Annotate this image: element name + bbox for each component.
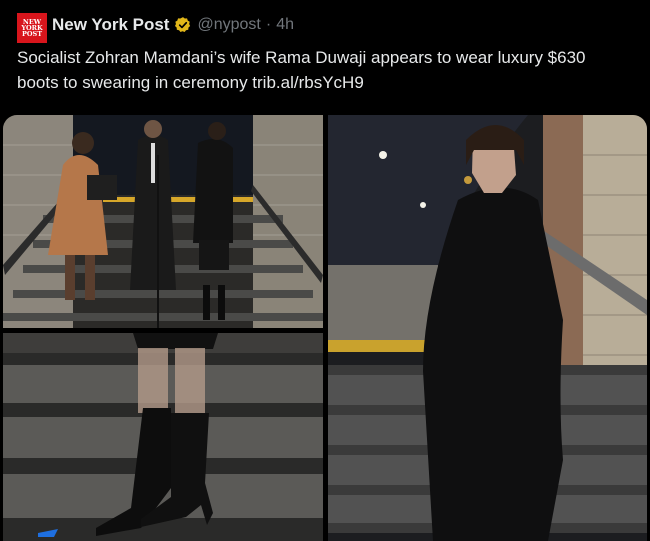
photo-portrait-image xyxy=(328,115,647,541)
photo-boots-image xyxy=(3,333,323,541)
media-grid xyxy=(3,115,647,541)
tweet-link[interactable]: trib.al/rbsYcH9 xyxy=(252,73,363,92)
separator-dot: · xyxy=(265,16,272,33)
tweet-text: Socialist Zohran Mamdani’s wife Rama Duw… xyxy=(17,45,627,95)
photo-ceremony-image xyxy=(3,115,323,328)
tweet[interactable]: NEW YORK POST New York Post @nypost · 4h… xyxy=(0,0,650,541)
timestamp[interactable]: 4h xyxy=(276,16,294,34)
photo-boots[interactable] xyxy=(3,333,323,541)
avatar-text-line-3: POST xyxy=(21,30,43,38)
handle[interactable]: @nypost xyxy=(197,16,260,34)
photo-portrait[interactable] xyxy=(328,115,647,541)
photo-ceremony[interactable] xyxy=(3,115,323,328)
avatar[interactable]: NEW YORK POST xyxy=(17,13,47,43)
tweet-header: New York Post @nypost · 4h xyxy=(52,14,294,36)
verified-badge-icon[interactable] xyxy=(174,16,192,34)
display-name[interactable]: New York Post xyxy=(52,15,169,35)
